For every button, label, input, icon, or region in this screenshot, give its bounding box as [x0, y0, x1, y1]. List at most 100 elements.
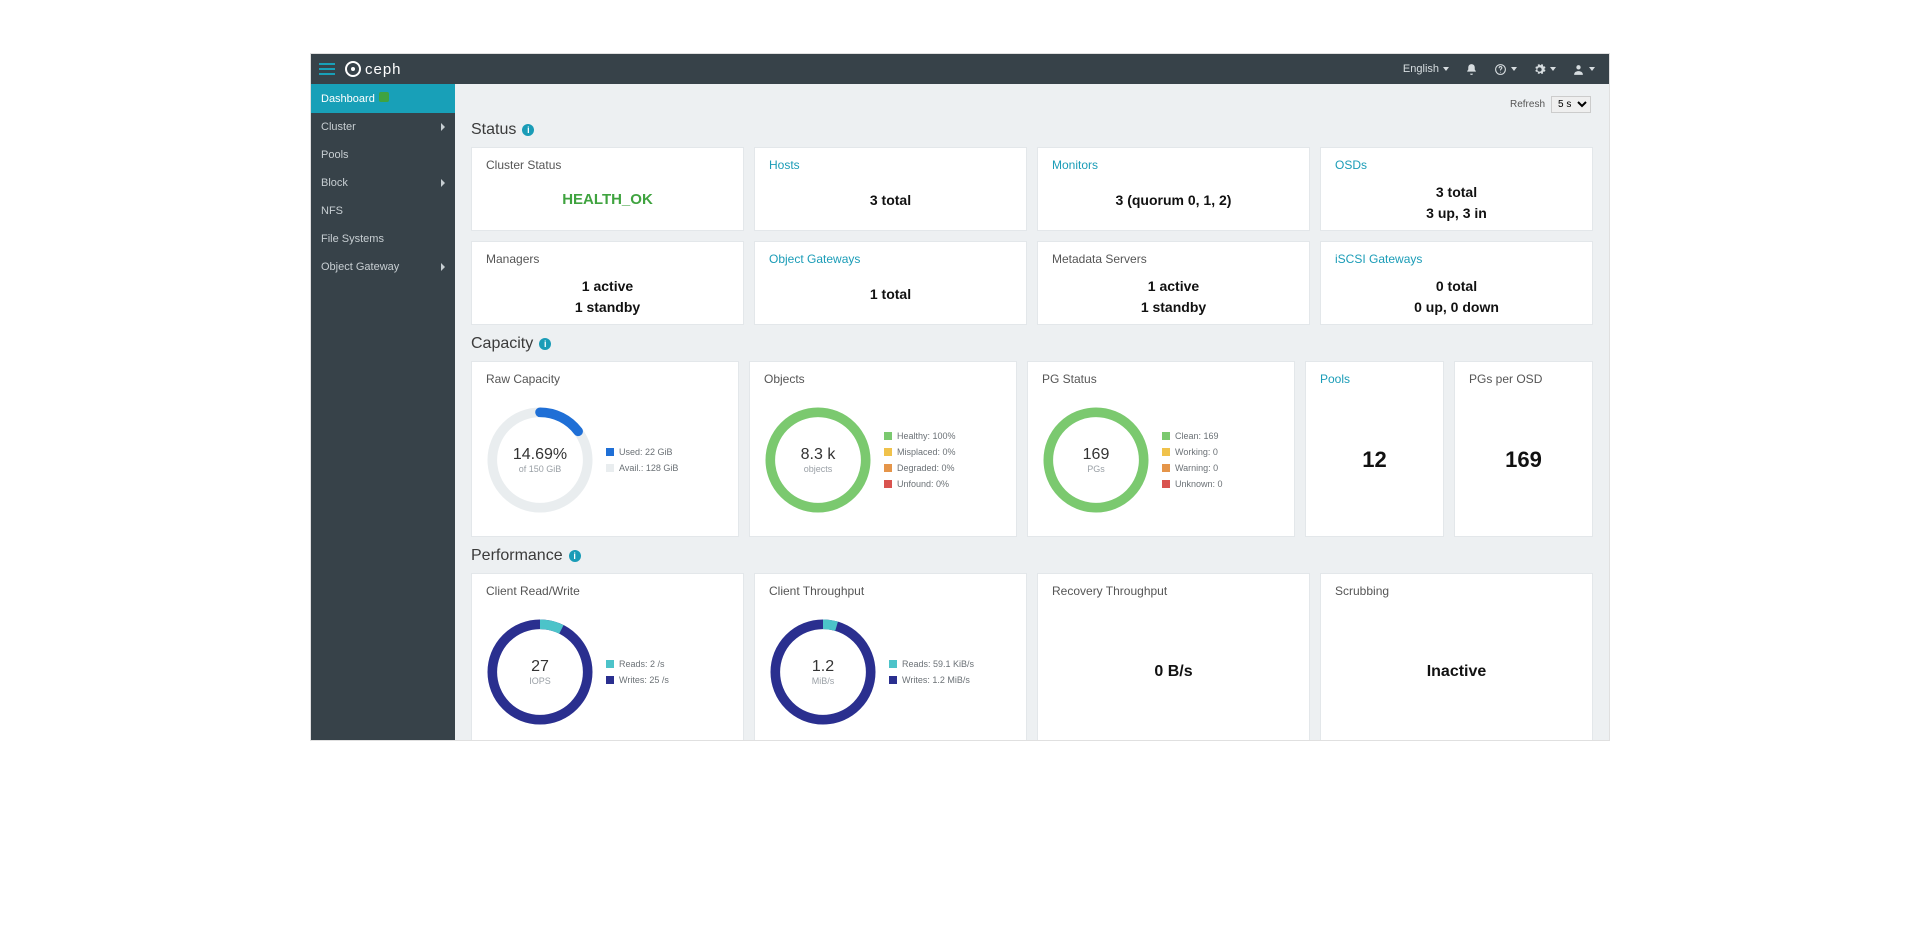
legend-swatch: [884, 432, 892, 440]
hamburger-icon[interactable]: [319, 63, 335, 75]
legend-swatch: [1162, 480, 1170, 488]
app-window: ceph English: [310, 53, 1610, 741]
section-title-status: Status i: [471, 121, 1593, 139]
card-recovery-throughput: Recovery Throughput 0 B/s: [1037, 573, 1310, 740]
card-value: 3 total3 up, 3 in: [1335, 182, 1578, 224]
section-title-text: Performance: [471, 547, 563, 565]
legend-swatch: [889, 676, 897, 684]
bell-icon: [1465, 63, 1478, 76]
card-title: Client Read/Write: [486, 584, 729, 598]
legend-item: Unknown: 0: [1162, 479, 1223, 489]
sidebar-item-label: Object Gateway: [321, 261, 399, 273]
user-menu[interactable]: [1572, 63, 1595, 76]
legend-swatch: [884, 448, 892, 456]
sidebar-item-pools[interactable]: Pools: [311, 141, 455, 169]
legend-item: Writes: 25 /s: [606, 675, 669, 685]
legend-swatch: [606, 676, 614, 684]
sidebar-item-objectgateway[interactable]: Object Gateway: [311, 253, 455, 281]
info-icon[interactable]: i: [539, 338, 551, 350]
card-value: 1 active1 standby: [1052, 276, 1295, 318]
refresh-label: Refresh: [1510, 99, 1545, 110]
legend-text: Warning: 0: [1175, 463, 1218, 473]
help-button[interactable]: [1494, 63, 1517, 76]
card-value: 0 B/s: [1052, 608, 1295, 736]
refresh-controls: Refresh 5 s: [471, 92, 1593, 115]
language-selector[interactable]: English: [1403, 63, 1449, 75]
legend-text: Working: 0: [1175, 447, 1218, 457]
legend-swatch: [884, 480, 892, 488]
ceph-logo-icon: [345, 61, 361, 77]
card-value: 12: [1320, 396, 1429, 524]
donut-raw-capacity: 14.69%of 150 GiB: [486, 406, 594, 514]
brand-text: ceph: [365, 61, 402, 78]
card-objects: Objects 8.3 kobjects Healthy: 100%Mispla…: [749, 361, 1017, 537]
sidebar-item-nfs[interactable]: NFS: [311, 197, 455, 225]
settings-button[interactable]: [1533, 63, 1556, 76]
legend-pg: Clean: 169 Working: 0 Warning: 0 Unknown: 0: [1162, 431, 1223, 489]
legend-ct: Reads: 59.1 KiB/sWrites: 1.2 MiB/s: [889, 659, 974, 685]
chevron-down-icon: [1589, 67, 1595, 71]
sidebar: Dashboard Cluster Pools Block NFS File S…: [311, 84, 455, 740]
card-iscsi-gateways: iSCSI Gateways 0 total0 up, 0 down: [1320, 241, 1593, 325]
brand: ceph: [345, 61, 402, 78]
card-raw-capacity: Raw Capacity 14.69%of 150 GiB Used: 22 G…: [471, 361, 739, 537]
sidebar-item-block[interactable]: Block: [311, 169, 455, 197]
topbar: ceph English: [311, 54, 1609, 84]
notifications-button[interactable]: [1465, 63, 1478, 76]
capacity-row: Raw Capacity 14.69%of 150 GiB Used: 22 G…: [471, 361, 1593, 537]
legend-item: Unfound: 0%: [884, 479, 956, 489]
legend-item: Healthy: 100%: [884, 431, 956, 441]
gear-icon: [1533, 63, 1546, 76]
refresh-interval-select[interactable]: 5 s: [1551, 96, 1591, 113]
card-scrubbing: Scrubbing Inactive: [1320, 573, 1593, 740]
card-title: Metadata Servers: [1052, 252, 1295, 266]
card-metadata-servers: Metadata Servers 1 active1 standby: [1037, 241, 1310, 325]
sidebar-item-cluster[interactable]: Cluster: [311, 113, 455, 141]
body: Dashboard Cluster Pools Block NFS File S…: [311, 84, 1609, 740]
card-title-link[interactable]: Monitors: [1052, 158, 1295, 172]
card-title: PG Status: [1042, 372, 1280, 386]
card-title-link[interactable]: iSCSI Gateways: [1335, 252, 1578, 266]
chevron-down-icon: [1443, 67, 1449, 71]
info-icon[interactable]: i: [522, 124, 534, 136]
donut-client-rw: 27IOPS: [486, 618, 594, 726]
sidebar-item-label: Block: [321, 177, 348, 189]
chevron-right-icon: [441, 179, 445, 187]
card-value: 0 total0 up, 0 down: [1335, 276, 1578, 318]
card-title-link[interactable]: Object Gateways: [769, 252, 1012, 266]
card-pg-status: PG Status 169PGs Clean: 169 Working: 0 War…: [1027, 361, 1295, 537]
donut-pg: 169PGs: [1042, 406, 1150, 514]
donut-value: 1.2: [812, 658, 834, 676]
legend-item: Degraded: 0%: [884, 463, 956, 473]
card-title: Client Throughput: [769, 584, 1012, 598]
legend-crw: Reads: 2 /sWrites: 25 /s: [606, 659, 669, 685]
donut-client-throughput: 1.2MiB/s: [769, 618, 877, 726]
card-title: Raw Capacity: [486, 372, 724, 386]
section-title-performance: Performance i: [471, 547, 1593, 565]
main-content: Refresh 5 s Status i Cluster Status HEAL…: [455, 84, 1609, 740]
section-title-text: Capacity: [471, 335, 533, 353]
status-row-1: Cluster Status HEALTH_OK Hosts 3 total M…: [471, 147, 1593, 231]
donut-sub: MiB/s: [812, 676, 835, 686]
sidebar-item-label: Dashboard: [321, 93, 375, 105]
card-client-throughput: Client Throughput 1.2MiB/s Reads: 59.1 K…: [754, 573, 1027, 740]
legend-text: Clean: 169: [1175, 431, 1219, 441]
info-icon[interactable]: i: [569, 550, 581, 562]
legend-swatch: [1162, 464, 1170, 472]
card-client-rw: Client Read/Write 27IOPS Reads: 2 /sWrit…: [471, 573, 744, 740]
card-value: 3 total: [769, 182, 1012, 218]
card-title-link[interactable]: OSDs: [1335, 158, 1578, 172]
card-hosts: Hosts 3 total: [754, 147, 1027, 231]
card-value: Inactive: [1335, 608, 1578, 736]
card-pgs-per-osd: PGs per OSD 169: [1454, 361, 1593, 537]
chevron-down-icon: [1550, 67, 1556, 71]
legend-item: Warning: 0: [1162, 463, 1223, 473]
sidebar-item-dashboard[interactable]: Dashboard: [311, 84, 455, 113]
legend-swatch: [606, 448, 614, 456]
card-title: PGs per OSD: [1469, 372, 1578, 386]
card-title: Cluster Status: [486, 158, 729, 172]
card-title-link[interactable]: Hosts: [769, 158, 1012, 172]
status-row-2: Managers 1 active1 standby Object Gatewa…: [471, 241, 1593, 325]
card-title-link[interactable]: Pools: [1320, 372, 1429, 386]
sidebar-item-filesystems[interactable]: File Systems: [311, 225, 455, 253]
